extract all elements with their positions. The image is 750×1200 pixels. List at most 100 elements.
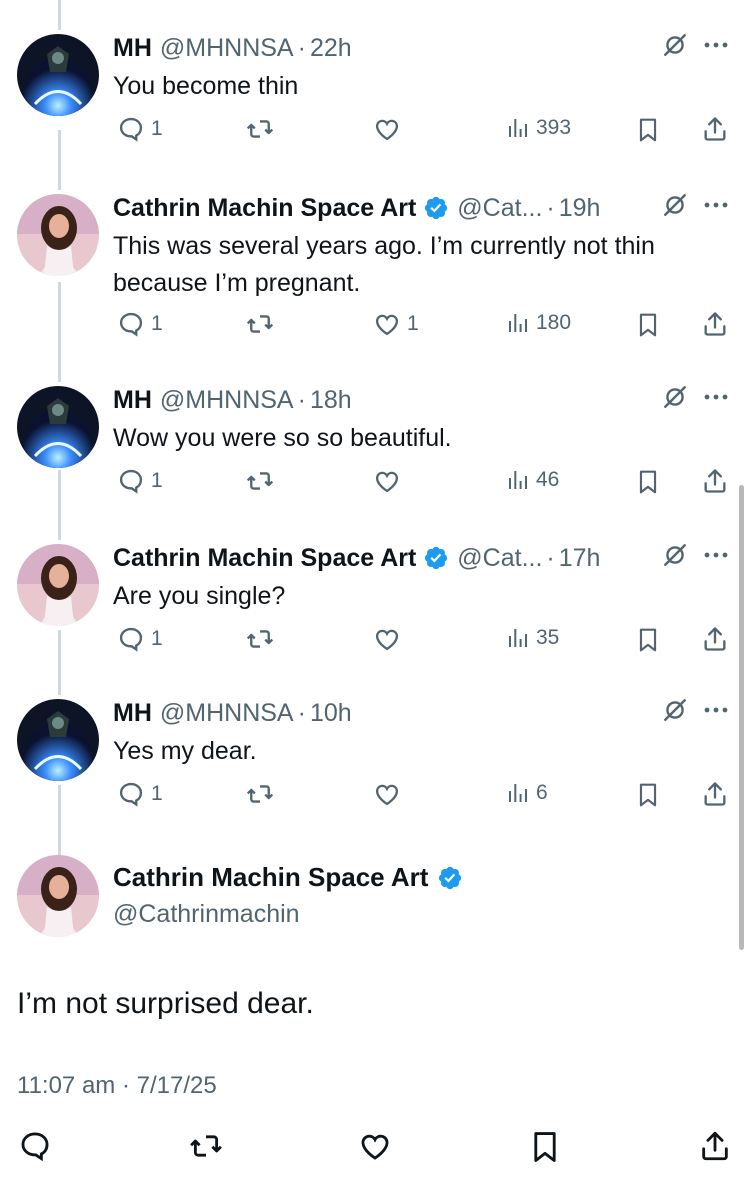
more-icon[interactable] — [702, 550, 730, 560]
more-icon[interactable] — [702, 40, 730, 50]
retweet-button[interactable] — [245, 467, 275, 495]
reply-button[interactable]: 1 — [117, 780, 163, 808]
author-name[interactable]: Cathrin Machin Space Art — [113, 544, 416, 573]
retweet-icon — [245, 310, 275, 338]
share-icon — [701, 625, 729, 653]
author-name[interactable]: MH — [113, 386, 152, 415]
tweet-time[interactable]: 18h — [310, 386, 352, 415]
more-icon[interactable] — [702, 200, 730, 210]
bookmark-button[interactable] — [635, 625, 661, 655]
like-button[interactable] — [373, 115, 407, 143]
focused-timestamp[interactable]: 11:07 am · 7/17/25 — [17, 1072, 217, 1100]
grok-icon[interactable] — [662, 192, 688, 218]
bookmark-icon — [635, 467, 661, 497]
bookmark-button[interactable] — [635, 310, 661, 340]
author-handle[interactable]: @MHNNSA — [160, 34, 294, 63]
author-handle[interactable]: @Cat... — [457, 194, 542, 223]
grok-icon[interactable] — [662, 384, 688, 410]
scrollbar[interactable] — [739, 485, 744, 950]
reply-tweet[interactable]: Cathrin Machin Space Art @Cat... · 19h This … — [0, 190, 750, 350]
reply-tweet[interactable]: MH @MHNNSA · 10h Yes my dear. 1 6 — [0, 695, 750, 820]
bookmark-button[interactable] — [635, 467, 661, 497]
author-handle[interactable]: @MHNNSA — [160, 386, 294, 415]
views-button[interactable]: 6 — [506, 780, 548, 806]
retweet-icon — [245, 115, 275, 143]
tweet-text: Yes my dear. — [113, 737, 257, 765]
focused-author-handle[interactable]: @Cathrinmachin — [113, 900, 300, 929]
grok-icon[interactable] — [662, 32, 688, 58]
tweet-time[interactable]: 10h — [310, 699, 352, 728]
reply-icon — [117, 625, 145, 653]
tweet-text: Wow you were so so beautiful. — [113, 424, 452, 452]
focused-avatar[interactable] — [17, 855, 99, 937]
author-name[interactable]: MH — [113, 699, 152, 728]
avatar[interactable] — [17, 34, 99, 116]
like-button[interactable]: 1 — [373, 310, 419, 338]
reply-button[interactable]: 1 — [117, 625, 163, 653]
reply-tweet[interactable]: MH @MHNNSA · 22h You become thin 1 393 — [0, 30, 750, 155]
author-handle[interactable]: @Cat... — [457, 544, 542, 573]
retweet-button[interactable] — [245, 310, 275, 338]
tweet-actions: 1 393 — [113, 115, 730, 151]
avatar[interactable] — [17, 386, 99, 468]
reply-icon — [117, 115, 145, 143]
reply-count: 1 — [151, 469, 163, 492]
views-icon — [506, 310, 530, 336]
view-count: 180 — [536, 311, 572, 334]
like-icon — [373, 625, 401, 653]
share-icon — [701, 115, 729, 143]
share-button[interactable] — [701, 115, 729, 143]
reply-tweet[interactable]: MH @MHNNSA · 18h Wow you were so so beautifu… — [0, 382, 750, 507]
bookmark-icon[interactable] — [528, 1129, 562, 1170]
separator-dot: · — [297, 33, 306, 62]
reply-count: 1 — [151, 627, 163, 650]
views-button[interactable]: 46 — [506, 467, 559, 493]
like-icon[interactable] — [358, 1129, 392, 1168]
retweet-button[interactable] — [245, 115, 275, 143]
tweet-time[interactable]: 22h — [310, 34, 352, 63]
more-icon[interactable] — [702, 705, 730, 715]
reply-button[interactable]: 1 — [117, 467, 163, 495]
tweet-header: Cathrin Machin Space Art @Cat... · 17h — [113, 540, 730, 576]
share-button[interactable] — [701, 625, 729, 653]
retweet-button[interactable] — [245, 625, 275, 653]
author-name[interactable]: Cathrin Machin Space Art — [113, 194, 416, 223]
share-button[interactable] — [701, 780, 729, 808]
avatar[interactable] — [17, 699, 99, 781]
views-button[interactable]: 180 — [506, 310, 571, 336]
reply-button[interactable]: 1 — [117, 310, 163, 338]
more-icon[interactable] — [702, 392, 730, 402]
verified-badge-icon — [423, 195, 449, 221]
reply-count: 1 — [151, 117, 163, 140]
retweet-icon — [245, 780, 275, 808]
view-count: 393 — [536, 116, 572, 139]
like-button[interactable] — [373, 625, 407, 653]
author-name[interactable]: MH — [113, 34, 152, 63]
bookmark-button[interactable] — [635, 115, 661, 145]
avatar[interactable] — [17, 544, 99, 626]
reply-button[interactable]: 1 — [117, 115, 163, 143]
tweet-time[interactable]: 17h — [559, 544, 601, 573]
share-button[interactable] — [701, 467, 729, 495]
focused-name-text: Cathrin Machin Space Art — [113, 862, 429, 892]
retweet-icon[interactable] — [188, 1129, 224, 1168]
views-button[interactable]: 393 — [506, 115, 571, 141]
reply-icon — [117, 310, 145, 338]
grok-icon[interactable] — [662, 542, 688, 568]
grok-icon[interactable] — [662, 697, 688, 723]
share-button[interactable] — [701, 310, 729, 338]
share-icon[interactable] — [698, 1129, 732, 1168]
bookmark-button[interactable] — [635, 780, 661, 810]
reply-icon[interactable] — [18, 1129, 52, 1168]
reply-tweet[interactable]: Cathrin Machin Space Art @Cat... · 17h Are y… — [0, 540, 750, 665]
retweet-button[interactable] — [245, 780, 275, 808]
bookmark-icon — [635, 115, 661, 145]
like-icon — [373, 115, 401, 143]
focused-author-name[interactable]: Cathrin Machin Space Art — [113, 862, 463, 893]
author-handle[interactable]: @MHNNSA — [160, 699, 294, 728]
tweet-time[interactable]: 19h — [559, 194, 601, 223]
like-button[interactable] — [373, 780, 407, 808]
views-button[interactable]: 35 — [506, 625, 559, 651]
like-button[interactable] — [373, 467, 407, 495]
avatar[interactable] — [17, 194, 99, 276]
